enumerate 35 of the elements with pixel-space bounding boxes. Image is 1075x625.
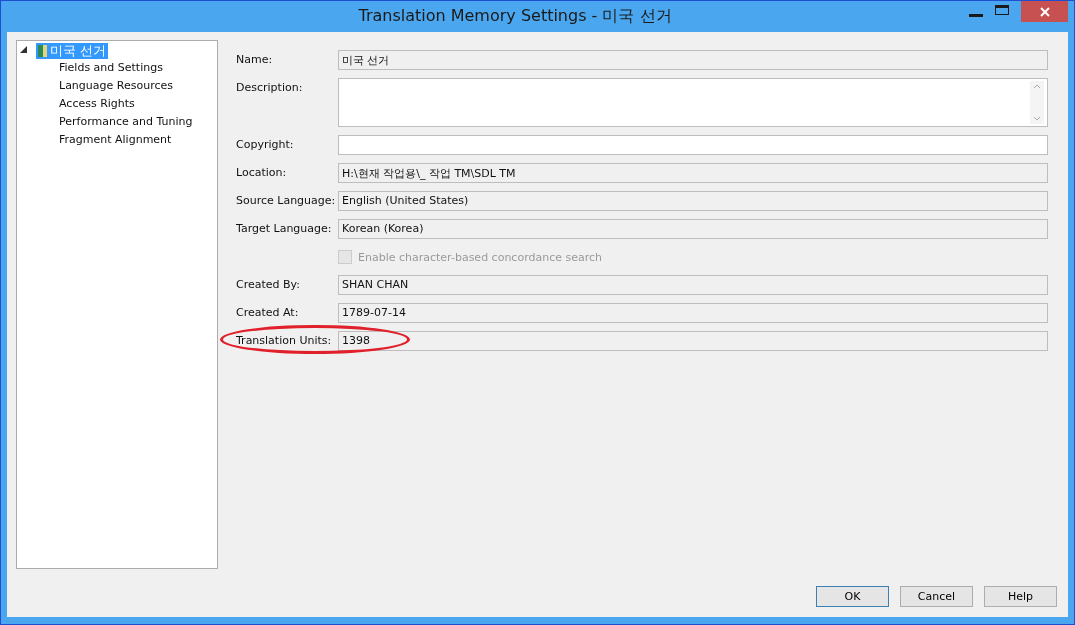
input-field[interactable]: Korean (Korea) (338, 219, 1048, 239)
scrollbar[interactable] (1030, 81, 1044, 124)
book-icon (38, 44, 47, 57)
input-field[interactable]: 1789-07-14 (338, 303, 1048, 323)
input-field[interactable]: 1398 (338, 331, 1048, 351)
text-area[interactable] (338, 78, 1048, 127)
close-button[interactable] (1021, 1, 1068, 22)
field-label: Translation Units: (236, 333, 333, 349)
field-label: Source Language: (236, 193, 337, 209)
tree-item[interactable]: Fields and Settings (57, 59, 165, 77)
tree-item-label: 미국 선거 (50, 41, 107, 60)
field-label: Location: (236, 165, 288, 181)
tree-item[interactable]: Access Rights (57, 95, 137, 113)
checkbox-label: Enable character-based concordance search (358, 250, 602, 264)
tree-item[interactable]: Performance and Tuning (57, 113, 195, 131)
field-label: Created At: (236, 305, 300, 321)
field-label: Description: (236, 80, 304, 96)
input-field[interactable]: 미국 선거 (338, 50, 1048, 70)
input-field[interactable]: H:\현재 작업용\_ 작업 TM\SDL TM (338, 163, 1048, 183)
field-label: Copyright: (236, 137, 295, 153)
dialog-button[interactable]: Help (984, 586, 1057, 607)
field-label: Name: (236, 52, 274, 68)
field-label: Created By: (236, 277, 301, 293)
input-field[interactable]: SHAN CHAN (338, 275, 1048, 295)
field-label: Target Language: (236, 221, 333, 237)
tree-item[interactable]: Fragment Alignment (57, 131, 174, 149)
expand-arrow-icon[interactable] (20, 46, 27, 53)
dialog-button[interactable]: Cancel (900, 586, 973, 607)
maximize-icon[interactable] (995, 5, 1009, 15)
input-field[interactable]: English (United States) (338, 191, 1048, 211)
dialog-button[interactable]: OK (816, 586, 889, 607)
input-field[interactable] (338, 135, 1048, 155)
tree-item[interactable]: Language Resources (57, 77, 175, 95)
close-icon (1039, 6, 1050, 17)
window-title: Translation Memory Settings - 미국 선거 (357, 6, 673, 27)
